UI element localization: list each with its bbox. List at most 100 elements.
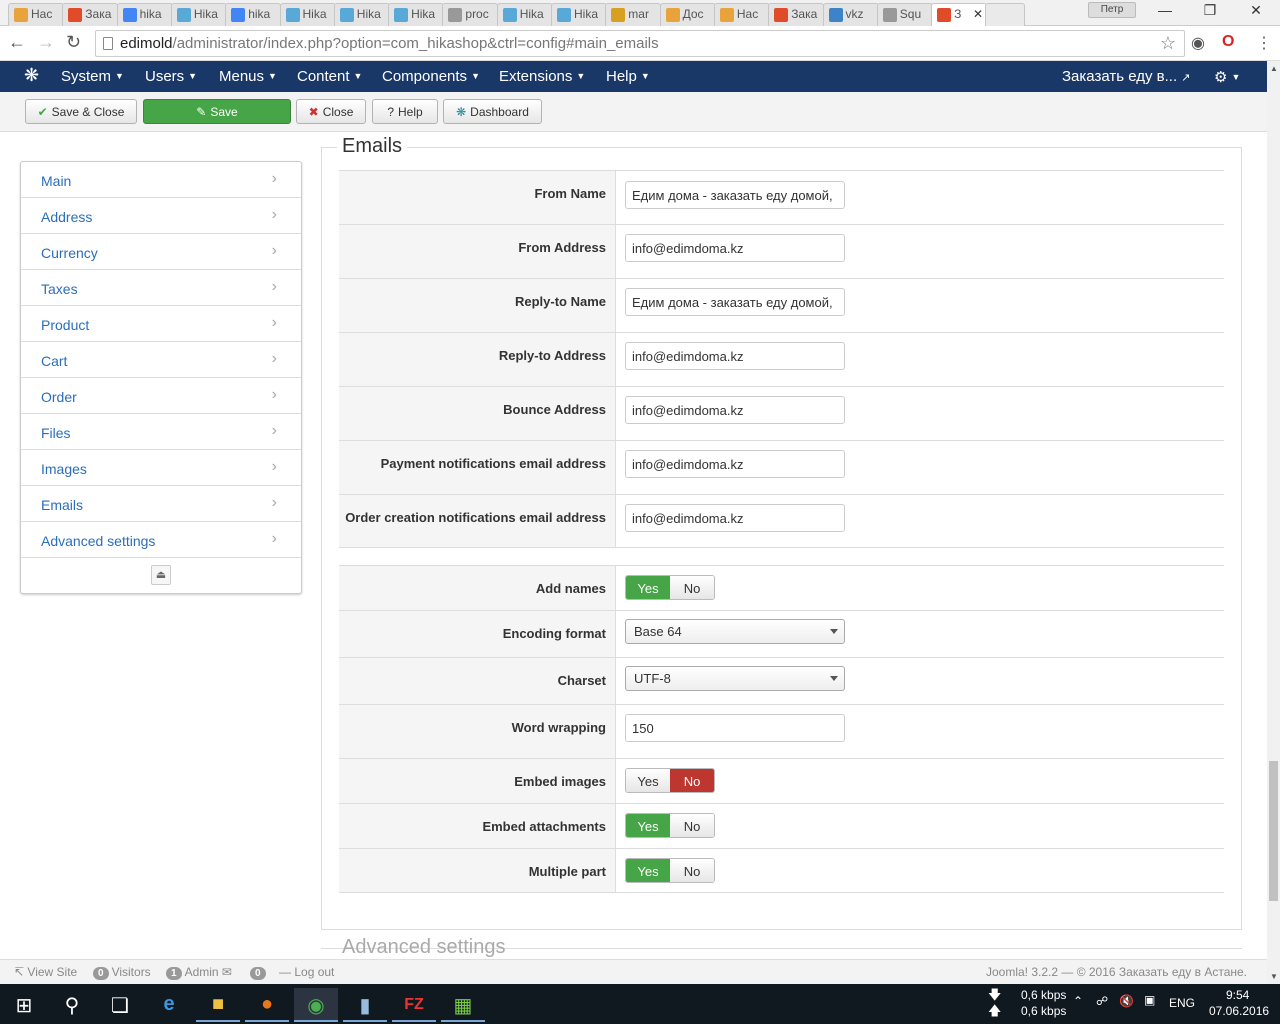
embed-images-toggle[interactable]: Yes No [625, 768, 715, 793]
settings-gear-icon[interactable]: ⚙ ▼ [1214, 68, 1240, 86]
collapse-icon[interactable]: ⏏ [151, 565, 171, 585]
scroll-up-icon[interactable]: ▲ [1270, 64, 1278, 73]
browser-tab[interactable]: Hika [388, 3, 445, 26]
eye-extension-icon[interactable]: ◉ [1191, 33, 1205, 53]
no-option[interactable]: No [670, 859, 714, 882]
browser-tab[interactable]: hika [116, 3, 173, 26]
filezilla-icon[interactable]: FZ [392, 988, 436, 1022]
menu-extensions[interactable]: Extensions ▼ [499, 68, 585, 85]
volume-muted-icon[interactable]: 🔇 [1119, 994, 1134, 1008]
task-view-icon[interactable]: ❏ [98, 988, 142, 1022]
clock-time[interactable]: 9:54 [1226, 988, 1249, 1002]
browser-tab[interactable]: vkz [822, 3, 879, 26]
browser-tab[interactable]: mar [605, 3, 662, 26]
forward-icon[interactable]: → [37, 32, 55, 53]
browser-tab[interactable]: Нас [8, 3, 64, 26]
sidebar-item-images[interactable]: Images › [21, 450, 301, 486]
help-button[interactable]: ? Help [372, 99, 438, 124]
clock-date[interactable]: 07.06.2016 [1209, 1004, 1269, 1018]
chrome-menu-icon[interactable]: ⋮ [1256, 33, 1272, 53]
bounce-address-input[interactable]: info@edimdoma.kz [625, 396, 845, 424]
browser-tab[interactable]: Зака [62, 3, 119, 26]
notifications-icon[interactable]: ▣ [1144, 993, 1155, 1007]
menu-system[interactable]: System ▼ [61, 68, 124, 85]
no-option[interactable]: No [670, 814, 714, 837]
yes-option[interactable]: Yes [626, 814, 670, 837]
search-icon[interactable]: ⚲ [50, 988, 94, 1022]
browser-tab[interactable]: Hika [279, 3, 336, 26]
reload-icon[interactable]: ↻ [66, 32, 81, 53]
dashboard-button[interactable]: ❋ Dashboard [443, 99, 542, 124]
menu-components[interactable]: Components ▼ [382, 68, 480, 85]
site-link[interactable]: Заказать еду в... ↗ [1062, 68, 1191, 85]
yes-option[interactable]: Yes [626, 859, 670, 882]
browser-tab[interactable]: Hika [170, 3, 227, 26]
from-name-input[interactable]: Едим дома - заказать еду домой, [625, 181, 845, 209]
encoding-format-select[interactable]: Base 64 [625, 619, 845, 644]
network-icon[interactable]: ☍ [1096, 994, 1108, 1008]
sidebar-item-taxes[interactable]: Taxes › [21, 270, 301, 306]
menu-help[interactable]: Help ▼ [606, 68, 650, 85]
sidebar-item-emails[interactable]: Emails › [21, 486, 301, 522]
sidebar-item-main[interactable]: Main › [21, 162, 301, 198]
sidebar-item-order[interactable]: Order › [21, 378, 301, 414]
page-scrollbar[interactable]: ▲ ▼ [1267, 61, 1280, 984]
browser-tab[interactable]: hika [225, 3, 282, 26]
charset-select[interactable]: UTF-8 [625, 666, 845, 691]
browser-tab[interactable]: proc [442, 3, 499, 26]
scroll-thumb[interactable] [1269, 761, 1278, 901]
reply-to-address-input[interactable]: info@edimdoma.kz [625, 342, 845, 370]
multiple-part-toggle[interactable]: Yes No [625, 858, 715, 883]
sidebar-item-address[interactable]: Address › [21, 198, 301, 234]
profile-button[interactable]: Петр [1088, 2, 1136, 18]
save-button[interactable]: ✎ Save [143, 99, 291, 124]
language-indicator[interactable]: ENG [1169, 996, 1195, 1010]
sidebar-item-files[interactable]: Files › [21, 414, 301, 450]
chrome-icon[interactable]: ◉ [294, 988, 338, 1022]
bookmark-star-icon[interactable]: ☆ [1160, 33, 1176, 54]
close-button[interactable]: ✖ Close [296, 99, 366, 124]
messages-status[interactable]: 0 [250, 965, 269, 980]
joomla-logo-icon[interactable]: ❋ [24, 65, 39, 86]
view-site-link[interactable]: ↸ View Site [14, 965, 77, 979]
no-option[interactable]: No [670, 576, 714, 599]
browser-tab[interactable]: Hika [496, 3, 553, 26]
browser-tab[interactable]: Hika [333, 3, 390, 26]
browser-tab[interactable]: Squ [876, 3, 933, 26]
word-wrapping-input[interactable]: 150 [625, 714, 845, 742]
visitors-status[interactable]: 0 Visitors [93, 965, 151, 980]
browser-tab[interactable]: Нас [713, 3, 770, 26]
window-close-icon[interactable]: ✕ [1236, 2, 1276, 19]
browser-tab[interactable]: Зака [768, 3, 825, 26]
add-names-toggle[interactable]: Yes No [625, 575, 715, 600]
restore-icon[interactable]: ❐ [1190, 2, 1230, 19]
firefox-icon[interactable]: ● [245, 988, 289, 1022]
logout-link[interactable]: — Log out [279, 965, 334, 979]
from-address-input[interactable]: info@edimdoma.kz [625, 234, 845, 262]
embed-attachments-toggle[interactable]: Yes No [625, 813, 715, 838]
save-close-button[interactable]: ✔ Save & Close [25, 99, 137, 124]
edge-icon[interactable]: e [147, 988, 191, 1022]
notepad-plus-icon[interactable]: ▦ [441, 988, 485, 1022]
no-option[interactable]: No [670, 769, 714, 792]
notepad-icon[interactable]: ▮ [343, 988, 387, 1022]
reply-to-name-input[interactable]: Едим дома - заказать еду домой, [625, 288, 845, 316]
menu-content[interactable]: Content ▼ [297, 68, 362, 85]
sidebar-item-advanced-settings[interactable]: Advanced settings › [21, 522, 301, 558]
browser-tab[interactable]: Дос [659, 3, 716, 26]
back-icon[interactable]: ← [8, 32, 26, 53]
order-creation-email-input[interactable]: info@edimdoma.kz [625, 504, 845, 532]
opera-extension-icon[interactable]: O [1222, 33, 1234, 51]
url-input[interactable]: edimold/administrator/index.php?option=c… [95, 30, 1185, 57]
admin-status[interactable]: 1 Admin ✉ [166, 965, 232, 980]
yes-option[interactable]: Yes [626, 576, 670, 599]
new-tab-button[interactable] [985, 3, 1026, 26]
menu-users[interactable]: Users ▼ [145, 68, 197, 85]
browser-tab[interactable]: З ✕ [931, 3, 988, 27]
scroll-down-icon[interactable]: ▼ [1270, 972, 1278, 981]
menu-menus[interactable]: Menus ▼ [219, 68, 277, 85]
windows-start-icon[interactable]: ⊞ [2, 988, 46, 1022]
browser-tab[interactable]: Hika [551, 3, 607, 26]
sidebar-item-product[interactable]: Product › [21, 306, 301, 342]
tray-expand-icon[interactable]: ⌃ [1073, 994, 1083, 1008]
